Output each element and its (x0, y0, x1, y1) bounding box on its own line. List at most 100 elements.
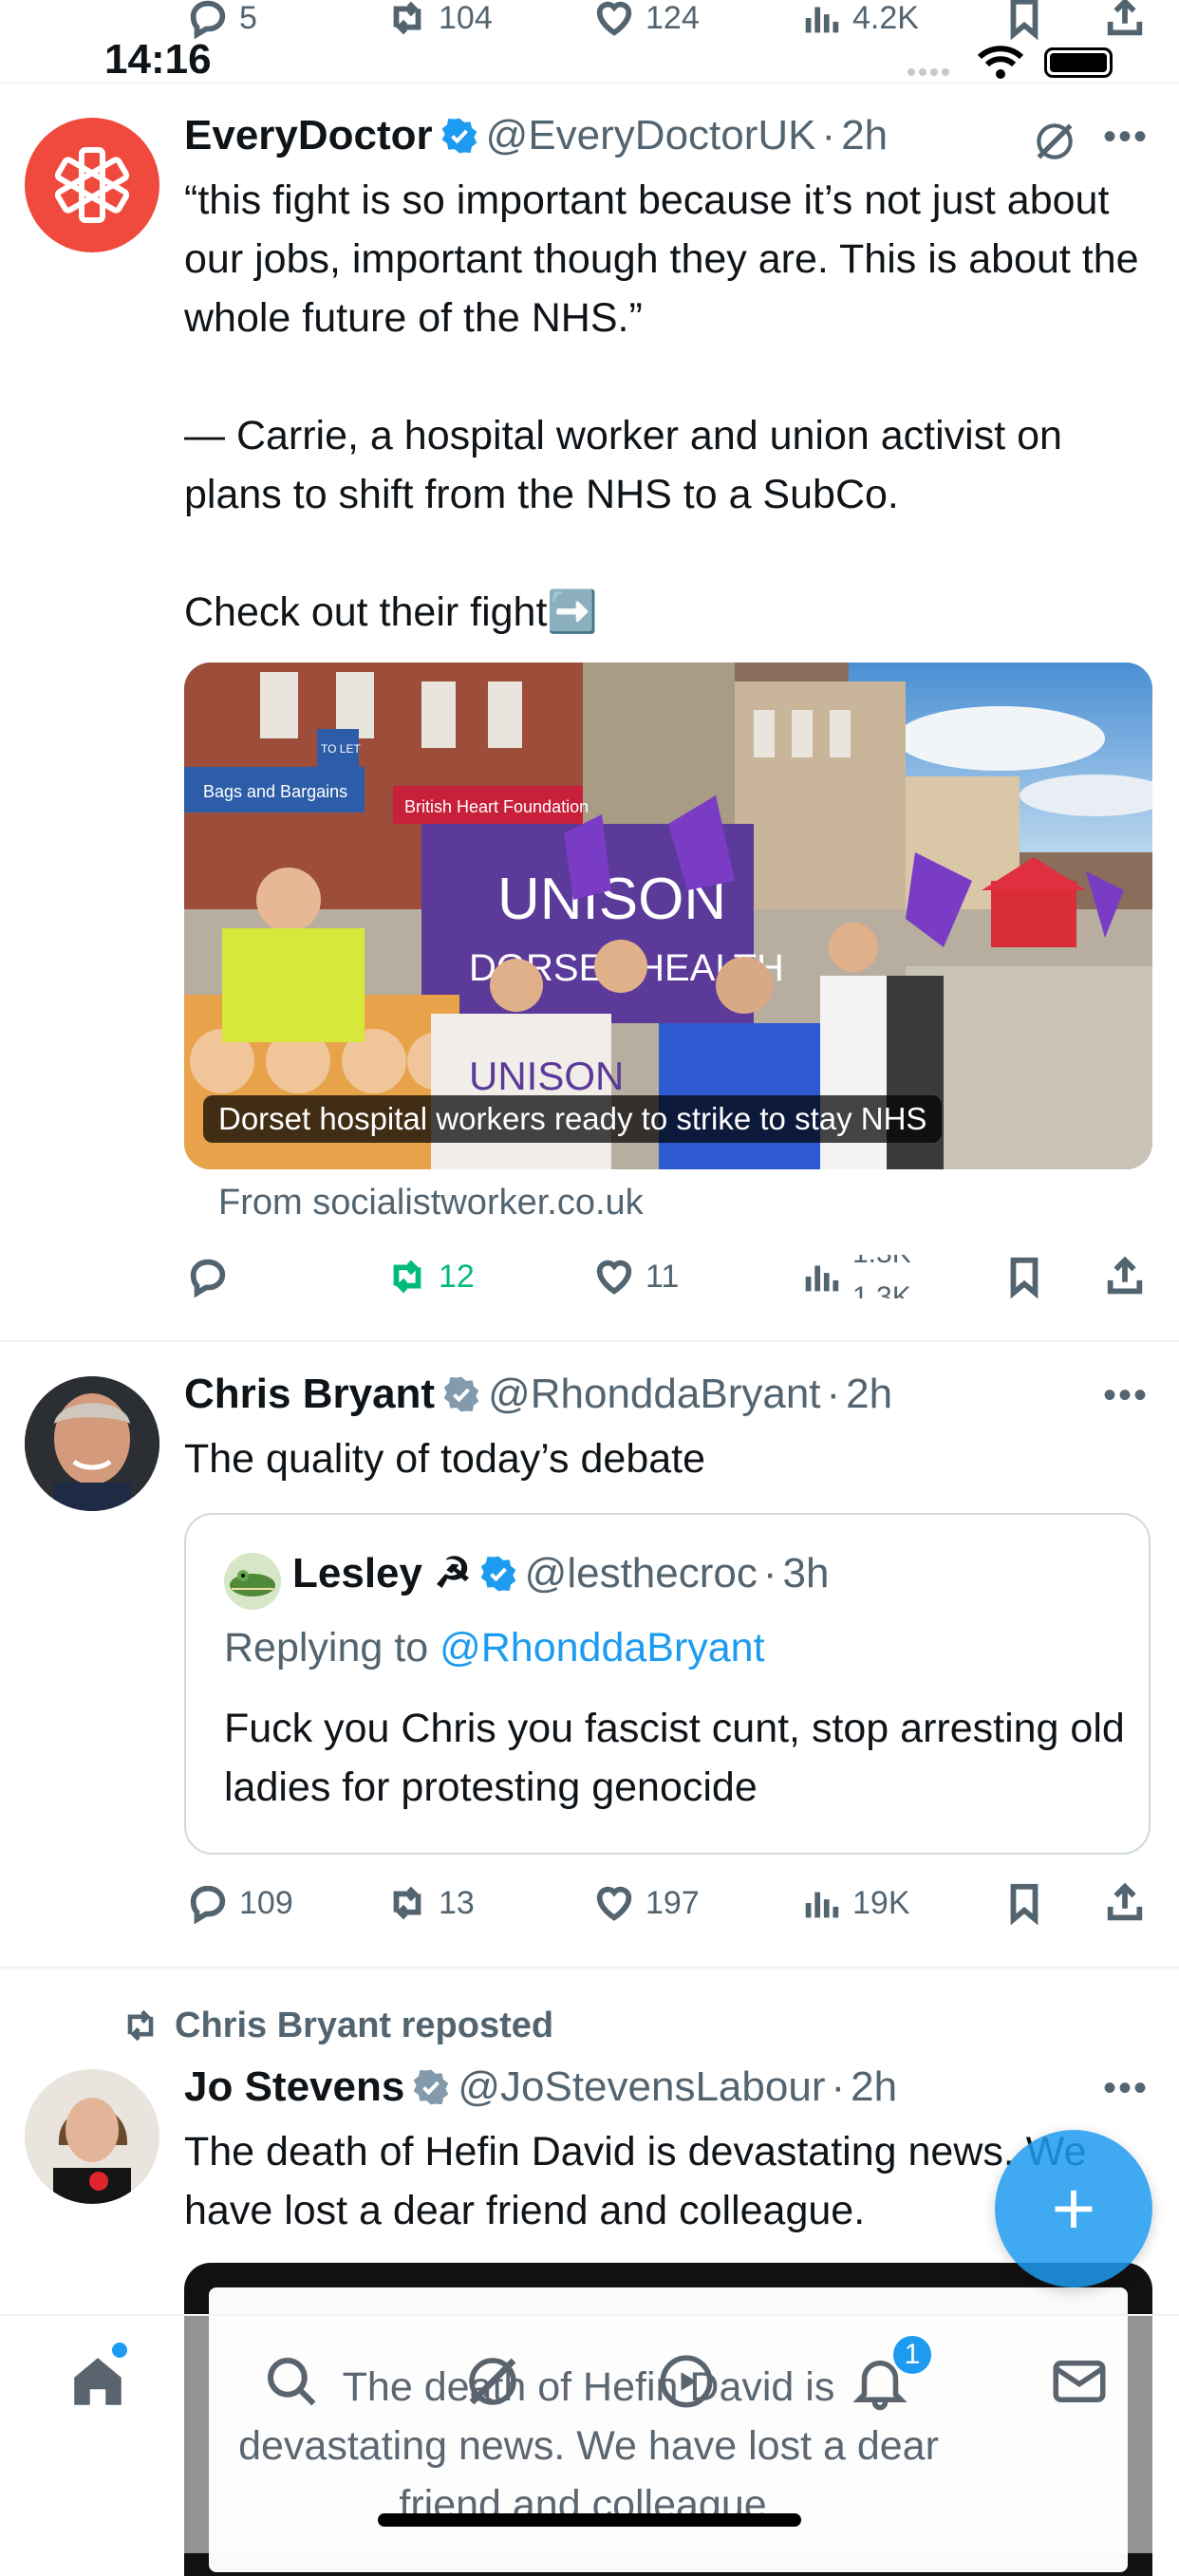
views-count: 4.2K (852, 0, 919, 36)
tweet-text: “this fight is so important because it’s… (184, 177, 1139, 635)
like-count: 124 (646, 0, 700, 36)
compose-button[interactable]: + (995, 2130, 1152, 2287)
tab-search[interactable] (260, 2350, 323, 2417)
heart-icon (596, 1886, 632, 1921)
banner-2-text: UNISON (469, 1054, 624, 1098)
replying-to-link[interactable]: @RhonddaBryant (440, 1625, 764, 1671)
prev-bookmark-action[interactable] (1002, 0, 1046, 40)
status-time: 14:16 (104, 36, 212, 83)
medical-star-icon (54, 147, 130, 223)
mail-icon (1053, 2361, 1106, 2402)
views-count-rolling-bottom: 1.3K (852, 1281, 911, 1299)
timestamp[interactable]: 2h (841, 112, 888, 159)
quote-author-handle: @lesthecroc (524, 1550, 758, 1596)
plus-icon: + (1051, 2166, 1096, 2250)
prev-share-action[interactable] (1103, 0, 1147, 40)
shop-sign: Bags and Bargains (203, 782, 347, 801)
views-action[interactable]: 19K (799, 1881, 910, 1925)
author-handle[interactable]: @JoStevensLabour (458, 2063, 825, 2110)
tweet-text: The death of Hefin David is devastating … (184, 2129, 1087, 2233)
repost-icon (393, 1260, 421, 1294)
quote-tweet-card[interactable]: Lesley ☭ @lesthecroc · 3h Replying to @Rhon… (184, 1513, 1151, 1855)
reply-icon (190, 1885, 226, 1925)
avatar-lesley (224, 1553, 281, 1610)
separator-dot: · (826, 1371, 841, 1417)
bookmark-action[interactable] (1002, 1881, 1046, 1925)
notification-badge: 1 (890, 2333, 934, 2377)
more-options-icon[interactable]: ••• (1103, 1374, 1149, 1417)
share-icon (1107, 1256, 1143, 1295)
tab-home[interactable] (66, 2343, 129, 2417)
author-handle[interactable]: @EveryDoctorUK (486, 112, 816, 159)
more-options-icon[interactable]: ••• (1103, 116, 1149, 159)
tab-spaces[interactable] (655, 2350, 718, 2417)
prev-views-action[interactable]: 4.2K (799, 0, 919, 40)
person-photo (25, 2069, 159, 2204)
tweet-header: Jo Stevens @JoStevensLabour · 2h (184, 2063, 897, 2111)
reply-icon (190, 0, 226, 40)
quote-text: Fuck you Chris you fascist cunt, stop ar… (224, 1706, 1125, 1810)
reply-count: 5 (239, 0, 257, 36)
divider (0, 1967, 1179, 1969)
prev-repost-action[interactable]: 104 (385, 0, 493, 40)
author-name[interactable]: Jo Stevens (184, 2063, 404, 2110)
share-icon (1107, 1882, 1143, 1921)
avatar-everydoctor[interactable] (25, 118, 159, 252)
tab-messages[interactable] (1048, 2350, 1111, 2417)
share-action[interactable] (1103, 1255, 1147, 1298)
prev-reply-action[interactable]: 5 (186, 0, 257, 40)
avatar-chris-bryant[interactable] (25, 1376, 159, 1511)
tweet-text: The quality of today’s debate (184, 1436, 706, 1482)
prev-like-action[interactable]: 124 (592, 0, 700, 40)
media-caption-overlay: The death of Hefin David is devastating … (238, 2364, 939, 2528)
search-icon (267, 2357, 316, 2406)
quote-timestamp: 3h (782, 1550, 830, 1596)
avatar-jo-stevens[interactable] (25, 2069, 159, 2204)
bottom-tab-bar: The death of Hefin David is devastating … (0, 2314, 1179, 2553)
link-card-image[interactable]: Bags and Bargains British Heart Foundati… (184, 663, 1152, 1169)
author-name[interactable]: Chris Bryant (184, 1371, 435, 1417)
like-count: 197 (646, 1884, 700, 1921)
timestamp[interactable]: 2h (846, 1371, 892, 1417)
signal-icon (908, 68, 959, 78)
repost-icon (127, 2009, 154, 2042)
repost-icon (393, 1886, 421, 1920)
bookmark-icon (1010, 1257, 1039, 1298)
to-let-sign: TO LET (321, 742, 361, 756)
tweet-header: Chris Bryant @RhonddaBryant · 2h (184, 1371, 892, 1418)
share-action[interactable] (1103, 1881, 1147, 1925)
share-icon (1107, 0, 1143, 36)
separator-dot: · (831, 2063, 846, 2110)
like-action[interactable]: 11 (592, 1255, 679, 1298)
repost-indicator[interactable]: Chris Bryant reposted (120, 2005, 553, 2046)
crocodile-icon (230, 1570, 275, 1596)
bookmark-action[interactable] (1002, 1255, 1046, 1298)
reply-icon (190, 1259, 226, 1298)
grok-icon (469, 2358, 516, 2405)
verified-badge-icon (414, 2069, 449, 2105)
tab-notifications[interactable]: 1 (849, 2333, 934, 2417)
person-photo (25, 1376, 159, 1511)
card-source[interactable]: From socialistworker.co.uk (218, 1183, 644, 1223)
grok-icon[interactable] (1031, 118, 1078, 165)
like-action[interactable]: 197 (592, 1881, 700, 1925)
reply-action[interactable] (186, 1255, 239, 1298)
wifi-icon (977, 46, 1024, 79)
repost-action[interactable]: 12 (385, 1255, 475, 1298)
more-options-icon[interactable]: ••• (1103, 2067, 1149, 2110)
repost-action[interactable]: 13 (385, 1881, 475, 1925)
quote-author-name: Lesley ☭ (292, 1550, 472, 1596)
timestamp[interactable]: 2h (851, 2063, 897, 2110)
author-handle[interactable]: @RhonddaBryant (488, 1371, 820, 1417)
views-icon (805, 7, 839, 33)
author-name[interactable]: EveryDoctor (184, 112, 433, 159)
views-action[interactable]: 1.3K 1.3K (799, 1255, 919, 1298)
repost-count: 104 (439, 0, 493, 36)
card-headline: Dorset hospital workers ready to strike … (203, 1095, 943, 1143)
views-count: 19K (852, 1884, 910, 1921)
reply-action[interactable]: 109 (186, 1881, 293, 1925)
views-icon (805, 1892, 839, 1918)
tab-grok[interactable] (461, 2350, 524, 2417)
tweet-header: EveryDoctor @EveryDoctorUK · 2h (184, 112, 888, 159)
repost-label: Chris Bryant reposted (175, 2005, 554, 2045)
